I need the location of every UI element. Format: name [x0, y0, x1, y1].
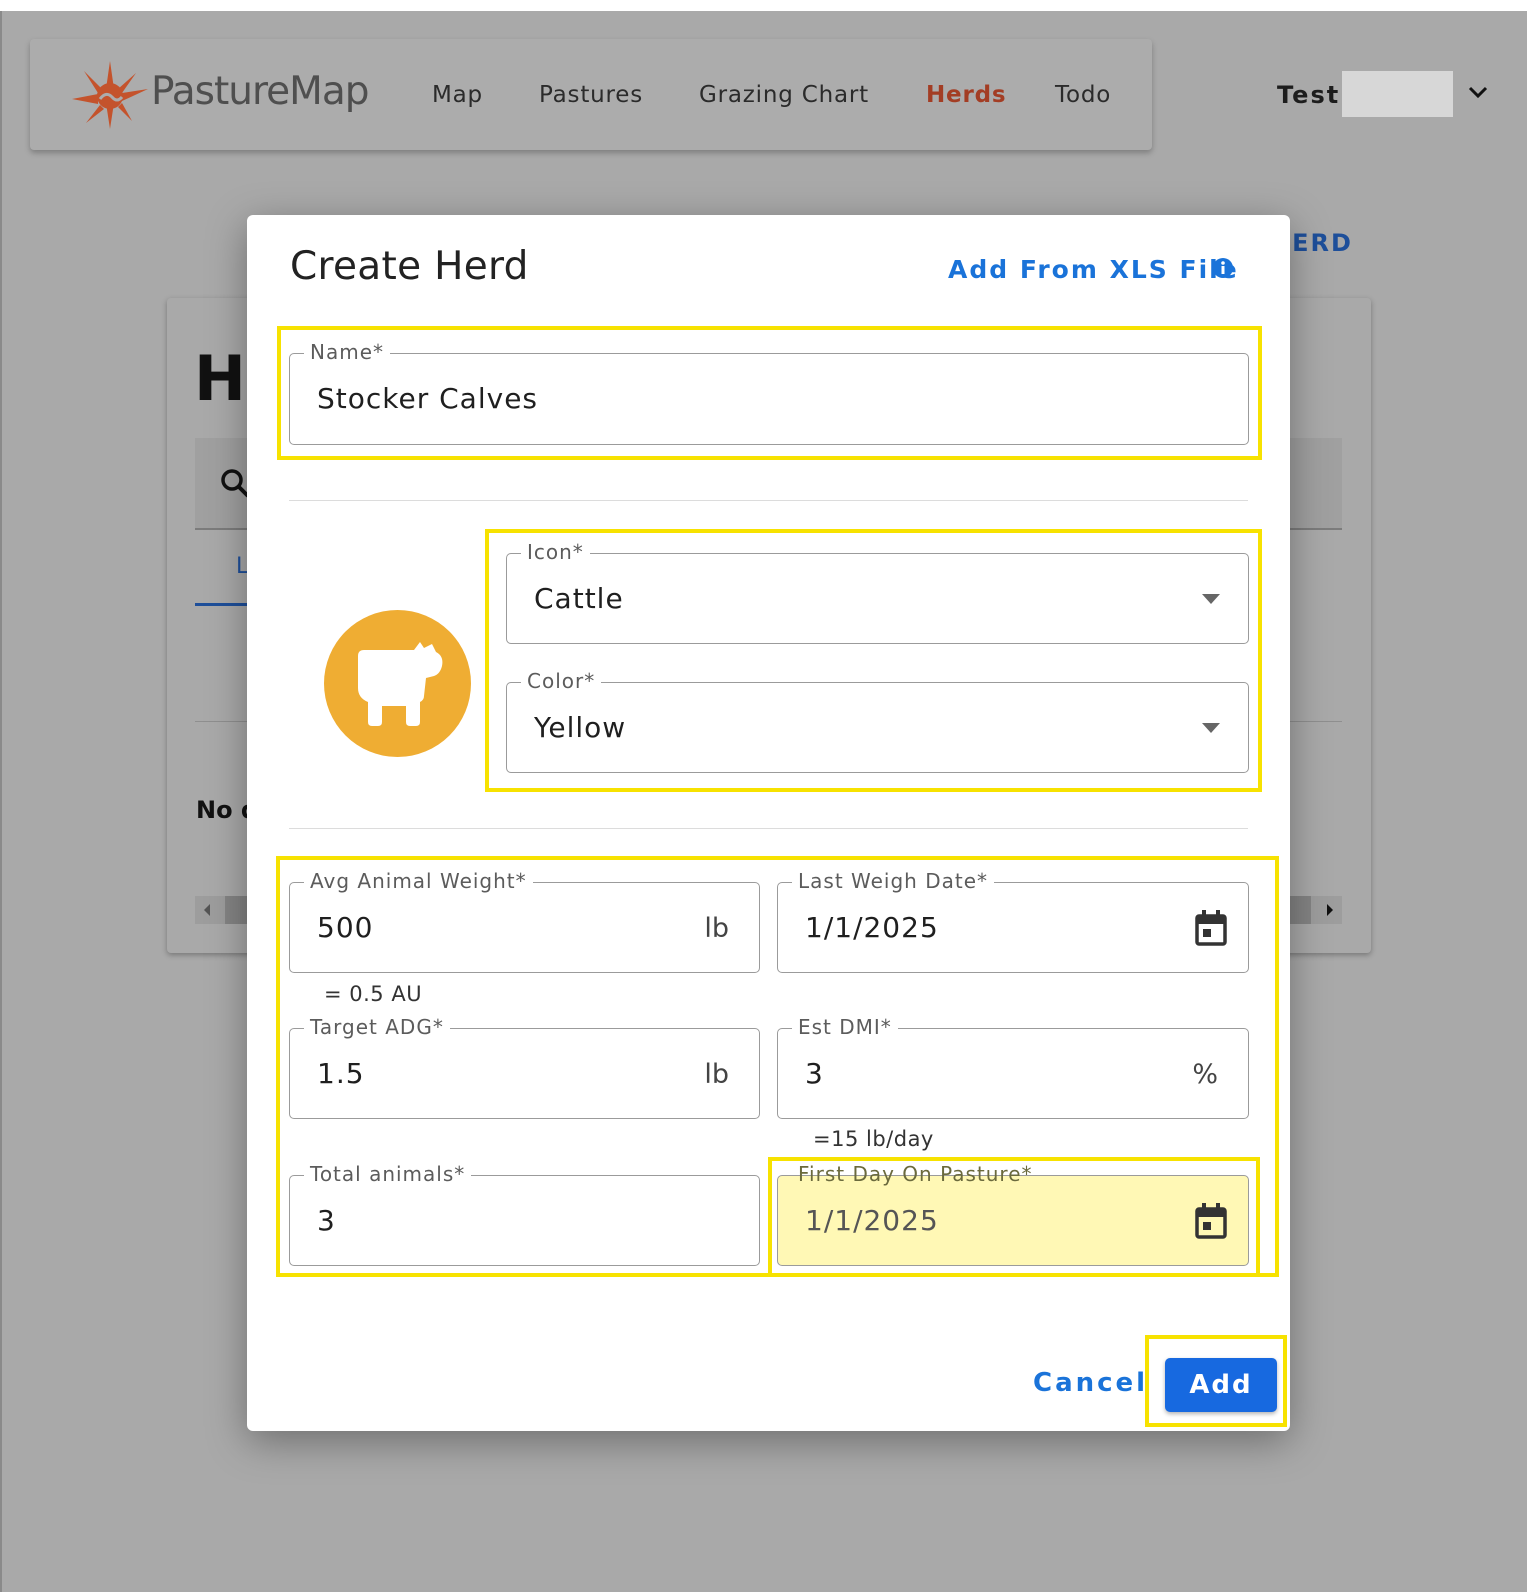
dialog-title: Create Herd: [290, 244, 529, 289]
est-dmi-label: Est DMI*: [792, 1015, 898, 1039]
target-adg-unit: lb: [704, 1059, 729, 1090]
nav-map[interactable]: Map: [432, 82, 483, 108]
info-icon[interactable]: [1212, 257, 1234, 279]
cancel-button[interactable]: Cancel: [1033, 1368, 1148, 1398]
target-adg-label: Target ADG*: [304, 1015, 450, 1039]
top-strip: [0, 0, 1527, 11]
total-animals-field[interactable]: Total animals* 3: [289, 1162, 760, 1266]
herd-icon-preview: [324, 610, 471, 757]
name-label: Name*: [304, 340, 391, 364]
nav-pastures[interactable]: Pastures: [539, 82, 643, 108]
icon-label: Icon*: [521, 540, 590, 564]
icon-value[interactable]: Cattle: [534, 582, 624, 615]
cow-icon: [358, 642, 443, 726]
avg-weight-value[interactable]: 500: [317, 911, 373, 944]
est-dmi-unit: %: [1192, 1059, 1218, 1090]
target-adg-value[interactable]: 1.5: [317, 1057, 365, 1090]
color-value[interactable]: Yellow: [534, 711, 626, 744]
color-label: Color*: [521, 669, 602, 693]
avg-animal-weight-field[interactable]: Avg Animal Weight* 500 lb: [289, 869, 760, 973]
user-name[interactable]: Test: [1277, 81, 1340, 109]
calendar-icon[interactable]: [1194, 909, 1228, 947]
nav-herds[interactable]: Herds: [926, 82, 1006, 108]
dropdown-caret-icon[interactable]: [1202, 594, 1220, 604]
dropdown-caret-icon[interactable]: [1202, 723, 1220, 733]
section-divider: [289, 500, 1248, 501]
compass-logo-icon: [72, 61, 148, 129]
est-dmi-field[interactable]: Est DMI* 3 %: [777, 1015, 1249, 1119]
last-weigh-date-field[interactable]: Last Weigh Date* 1/1/2025: [777, 869, 1249, 973]
color-select[interactable]: Color* Yellow: [506, 669, 1249, 773]
last-weigh-date-value[interactable]: 1/1/2025: [805, 911, 939, 944]
scroll-right-icon[interactable]: [1325, 903, 1335, 917]
search-icon: [221, 469, 250, 498]
left-edge: [0, 11, 2, 1592]
nav-grazing-chart[interactable]: Grazing Chart: [699, 82, 869, 108]
section-divider: [289, 828, 1248, 829]
chevron-down-icon[interactable]: [1467, 84, 1489, 100]
animal-units-helper: = 0.5 AU: [324, 982, 423, 1006]
scroll-left-icon[interactable]: [202, 903, 212, 917]
icon-select[interactable]: Icon* Cattle: [506, 540, 1249, 644]
herds-page-title: H: [194, 342, 246, 415]
dmi-per-day-helper: =15 lb/day: [813, 1127, 934, 1151]
name-value[interactable]: Stocker Calves: [317, 382, 538, 415]
last-weigh-date-label: Last Weigh Date*: [792, 869, 995, 893]
add-from-xls-link[interactable]: Add From XLS File: [948, 255, 1239, 284]
highlight-first-day: [768, 1157, 1260, 1277]
nav-todo[interactable]: Todo: [1055, 82, 1111, 108]
total-animals-label: Total animals*: [304, 1162, 472, 1186]
highlight-add-button: [1145, 1335, 1287, 1427]
avg-weight-unit: lb: [704, 913, 729, 944]
target-adg-field[interactable]: Target ADG* 1.5 lb: [289, 1015, 760, 1119]
name-field[interactable]: Name* Stocker Calves: [289, 340, 1249, 445]
avg-weight-label: Avg Animal Weight*: [304, 869, 533, 893]
scrollbar-thumb[interactable]: [225, 896, 249, 924]
total-animals-value[interactable]: 3: [317, 1204, 336, 1237]
top-navbar: PastureMap Map Pastures Grazing Chart He…: [30, 39, 1152, 150]
tab-indicator: [195, 603, 255, 606]
est-dmi-value[interactable]: 3: [805, 1057, 824, 1090]
brand-name[interactable]: PastureMap: [151, 69, 369, 114]
redacted-user-area: [1342, 71, 1453, 117]
